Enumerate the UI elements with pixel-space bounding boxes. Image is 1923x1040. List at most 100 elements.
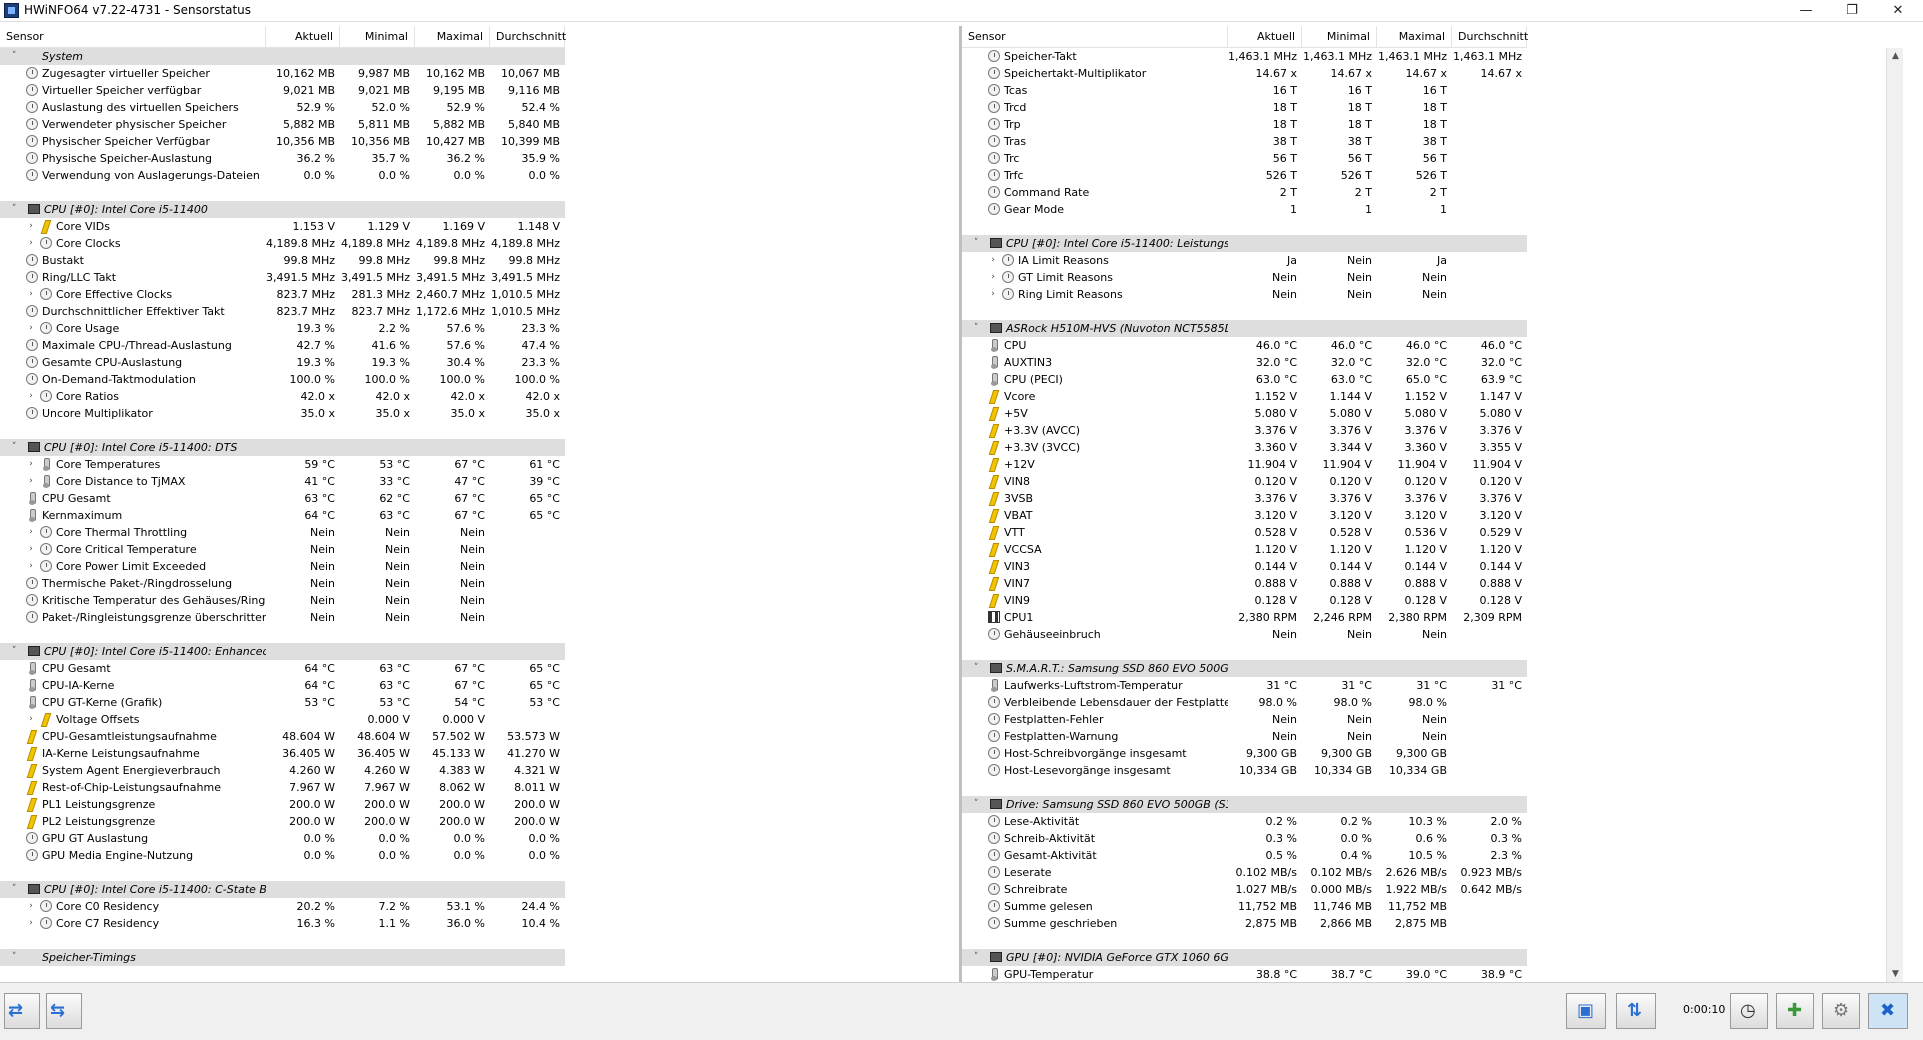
sensor-row[interactable]: Kritische Temperatur des Gehäuses/Rings N… (0, 592, 565, 609)
col-min[interactable]: Minimal (1302, 26, 1377, 48)
vertical-scrollbar[interactable]: ▲ ▼ (1886, 48, 1903, 982)
expand-chevron-icon[interactable]: › (988, 269, 998, 286)
collapse-chevron-icon[interactable]: ˅ (8, 48, 18, 65)
sensor-group-row[interactable]: ˅ ASRock H510M-HVS (Nuvoton NCT5585D) (962, 320, 1527, 337)
scroll-up-icon[interactable]: ▲ (1887, 48, 1903, 64)
sensor-group-row[interactable]: ˅ Speicher-Timings (0, 949, 565, 966)
expand-chevron-icon[interactable]: › (26, 286, 36, 303)
sensor-row[interactable]: Host-Lesevorgänge insgesamt 10,334 GB 10,3… (962, 762, 1527, 779)
sensor-row[interactable]: CPU GT-Kerne (Grafik) 53 °C 53 °C 54 °C 53 °… (0, 694, 565, 711)
col-current[interactable]: Aktuell (1228, 26, 1302, 48)
sensor-row[interactable]: Ring/LLC Takt 3,491.5 MHz 3,491.5 MHz 3,491… (0, 269, 565, 286)
sensor-row[interactable]: Leserate 0.102 MB/s 0.102 MB/s 2.626 MB/s 0.… (962, 864, 1527, 881)
sensor-row[interactable]: Trcd 18 T 18 T 18 T (962, 99, 1527, 116)
sensor-group-row[interactable]: ˅ S.M.A.R.T.: Samsung SSD 860 EVO 500GB .… (962, 660, 1527, 677)
sensor-group-row[interactable]: ˅ CPU [#0]: Intel Core i5-11400: C-State … (0, 881, 565, 898)
sensor-row[interactable]: Gehäuseeinbruch Nein Nein Nein (962, 626, 1527, 643)
sensor-row[interactable]: System Agent Energieverbrauch 4.260 W 4.26… (0, 762, 565, 779)
sensor-row[interactable]: VCCSA 1.120 V 1.120 V 1.120 V 1.120 V (962, 541, 1527, 558)
sensor-row[interactable]: Paket-/Ringleistungsgrenze überschritten… (0, 609, 565, 626)
sensor-row[interactable]: VIN9 0.128 V 0.128 V 0.128 V 0.128 V (962, 592, 1527, 609)
expand-chevron-icon[interactable]: › (26, 524, 36, 541)
sensor-row[interactable]: CPU Gesamt 63 °C 62 °C 67 °C 65 °C (0, 490, 565, 507)
expand-chevron-icon[interactable]: › (26, 320, 36, 337)
sensor-row[interactable]: › Ring Limit Reasons Nein Nein Nein (962, 286, 1527, 303)
collapse-chevron-icon[interactable]: ˅ (970, 235, 980, 252)
logging-button[interactable]: ✚ (1776, 993, 1814, 1029)
sensor-row[interactable]: +5V 5.080 V 5.080 V 5.080 V 5.080 V (962, 405, 1527, 422)
sensor-row[interactable]: CPU 46.0 °C 46.0 °C 46.0 °C 46.0 °C (962, 337, 1527, 354)
sensor-row[interactable]: Thermische Paket-/Ringdrosselung Nein Nein… (0, 575, 565, 592)
col-min[interactable]: Minimal (340, 26, 415, 48)
sensor-row[interactable]: Lese-Aktivität 0.2 % 0.2 % 10.3 % 2.0 % (962, 813, 1527, 830)
expand-columns-button[interactable]: ⇆ (46, 993, 82, 1029)
sensor-row[interactable]: Trp 18 T 18 T 18 T (962, 116, 1527, 133)
sensor-row[interactable]: Rest-of-Chip-Leistungsaufnahme 7.967 W 7.9… (0, 779, 565, 796)
collapse-chevron-icon[interactable]: ˅ (970, 949, 980, 966)
sensor-row[interactable]: 3VSB 3.376 V 3.376 V 3.376 V 3.376 V (962, 490, 1527, 507)
col-avg[interactable]: Durchschnitt (1452, 26, 1528, 48)
collapse-chevron-icon[interactable]: ˅ (8, 439, 18, 456)
sensor-row[interactable]: On-Demand-Taktmodulation 100.0 % 100.0 % 10… (0, 371, 565, 388)
sensor-row[interactable]: Durchschnittlicher Effektiver Takt 823.7 … (0, 303, 565, 320)
sensor-row[interactable]: › IA Limit Reasons Ja Nein Ja (962, 252, 1527, 269)
sensor-row[interactable]: Maximale CPU-/Thread-Auslastung 42.7 % 41.… (0, 337, 565, 354)
collapse-chevron-icon[interactable]: ˅ (8, 881, 18, 898)
sensor-row[interactable]: Speicher-Takt 1,463.1 MHz 1,463.1 MHz 1,463… (962, 48, 1527, 65)
sensor-group-row[interactable]: ˅ GPU [#0]: NVIDIA GeForce GTX 1060 6GB: (962, 949, 1527, 966)
sensor-row[interactable]: VIN7 0.888 V 0.888 V 0.888 V 0.888 V (962, 575, 1527, 592)
sensor-row[interactable]: IA-Kerne Leistungsaufnahme 36.405 W 36.405… (0, 745, 565, 762)
collapse-chevron-icon[interactable]: ˅ (970, 320, 980, 337)
sensor-row[interactable]: +12V 11.904 V 11.904 V 11.904 V 11.904 V (962, 456, 1527, 473)
expand-chevron-icon[interactable]: › (26, 218, 36, 235)
sensor-row[interactable]: CPU Gesamt 64 °C 63 °C 67 °C 65 °C (0, 660, 565, 677)
sensor-row[interactable]: Tcas 16 T 16 T 16 T (962, 82, 1527, 99)
sensor-row[interactable]: PL2 Leistungsgrenze 200.0 W 200.0 W 200.0 W… (0, 813, 565, 830)
sensor-group-row[interactable]: ˅ CPU [#0]: Intel Core i5-11400 (0, 201, 565, 218)
collapse-chevron-icon[interactable]: ˅ (8, 949, 18, 966)
expand-chevron-icon[interactable]: › (26, 388, 36, 405)
expand-chevron-icon[interactable]: › (26, 456, 36, 473)
sensor-row[interactable]: Physische Speicher-Auslastung 36.2 % 35.7 … (0, 150, 565, 167)
sensor-row[interactable]: Summe gelesen 11,752 MB 11,746 MB 11,752 MB (962, 898, 1527, 915)
sensor-row[interactable]: GPU GT Auslastung 0.0 % 0.0 % 0.0 % 0.0 % (0, 830, 565, 847)
sensor-row[interactable]: › Core Usage 19.3 % 2.2 % 57.6 % 23.3 % (0, 320, 565, 337)
sensor-row[interactable]: Verwendeter physischer Speicher 5,882 MB 5… (0, 116, 565, 133)
scroll-down-icon[interactable]: ▼ (1887, 966, 1903, 982)
sensor-row[interactable]: Uncore Multiplikator 35.0 x 35.0 x 35.0 x 35… (0, 405, 565, 422)
minimize-button[interactable]: — (1783, 0, 1829, 22)
sensor-row[interactable]: Schreibrate 1.027 MB/s 0.000 MB/s 1.922 MB/… (962, 881, 1527, 898)
sensor-row[interactable]: Summe geschrieben 2,875 MB 2,866 MB 2,875 M… (962, 915, 1527, 932)
collapse-chevron-icon[interactable]: ˅ (8, 201, 18, 218)
sensor-row[interactable]: CPU-Gesamtleistungsaufnahme 48.604 W 48.60… (0, 728, 565, 745)
sensor-row[interactable]: AUXTIN3 32.0 °C 32.0 °C 32.0 °C 32.0 °C (962, 354, 1527, 371)
sensor-row[interactable]: › Voltage Offsets 0.000 V 0.000 V (0, 711, 565, 728)
col-avg[interactable]: Durchschnitt (490, 26, 566, 48)
col-sensor[interactable]: Sensor (0, 26, 266, 48)
reset-clock-button[interactable]: ◷ (1730, 993, 1768, 1029)
settings-button[interactable]: ⚙ (1822, 993, 1860, 1029)
sensor-row[interactable]: Vcore 1.152 V 1.144 V 1.152 V 1.147 V (962, 388, 1527, 405)
sensor-row[interactable]: Festplatten-Warnung Nein Nein Nein (962, 728, 1527, 745)
sensor-row[interactable]: Command Rate 2 T 2 T 2 T (962, 184, 1527, 201)
close-button[interactable]: ✕ (1875, 0, 1921, 22)
expand-chevron-icon[interactable]: › (26, 711, 36, 728)
sensor-row[interactable]: CPU1 2,380 RPM 2,246 RPM 2,380 RPM 2,309 RPM (962, 609, 1527, 626)
sensor-group-row[interactable]: ˅ CPU [#0]: Intel Core i5-11400: Enhanced (0, 643, 565, 660)
sensor-row[interactable]: Speichertakt-Multiplikator 14.67 x 14.67 x… (962, 65, 1527, 82)
sensor-row[interactable]: › Core Ratios 42.0 x 42.0 x 42.0 x 42.0 x (0, 388, 565, 405)
expand-chevron-icon[interactable]: › (26, 898, 36, 915)
network-button[interactable]: ⇅ (1616, 993, 1656, 1029)
sensor-row[interactable]: GPU Media Engine-Nutzung 0.0 % 0.0 % 0.0 % 0… (0, 847, 565, 864)
sensor-row[interactable]: › Core Power Limit Exceeded Nein Nein Nein (0, 558, 565, 575)
sensor-row[interactable]: CPU-IA-Kerne 64 °C 63 °C 67 °C 65 °C (0, 677, 565, 694)
sensor-row[interactable]: › Core VIDs 1.153 V 1.129 V 1.169 V 1.148 V (0, 218, 565, 235)
sensor-row[interactable]: › GT Limit Reasons Nein Nein Nein (962, 269, 1527, 286)
sensor-row[interactable]: Verbleibende Lebensdauer der Festplatte 9… (962, 694, 1527, 711)
expand-chevron-icon[interactable]: › (26, 915, 36, 932)
sensor-row[interactable]: PL1 Leistungsgrenze 200.0 W 200.0 W 200.0 W… (0, 796, 565, 813)
sensor-row[interactable]: › Core Thermal Throttling Nein Nein Nein (0, 524, 565, 541)
col-max[interactable]: Maximal (415, 26, 490, 48)
col-sensor[interactable]: Sensor (962, 26, 1228, 48)
sensor-row[interactable]: GPU-Temperatur 38.8 °C 38.7 °C 39.0 °C 38.9 … (962, 966, 1527, 982)
